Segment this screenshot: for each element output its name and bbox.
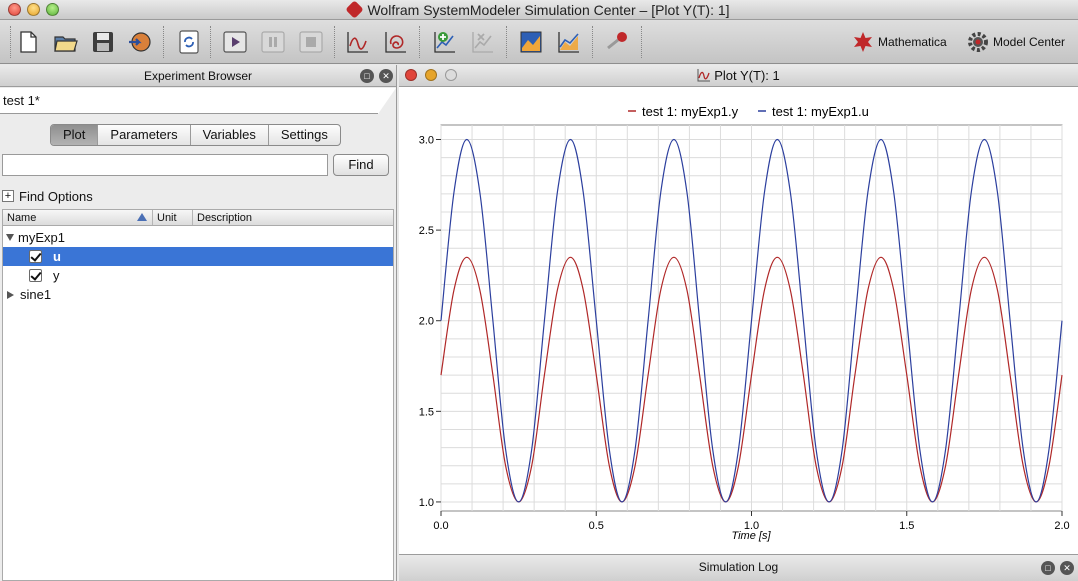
plot-window: Plot Y(T): 1 test 1: myExp1.y test 1: my…	[399, 65, 1078, 581]
model-center-label: Model Center	[993, 35, 1066, 49]
wolfram-logo-icon	[345, 0, 365, 19]
tab-plot[interactable]: Plot	[51, 125, 99, 145]
y-tick-label: 1.5	[419, 406, 434, 418]
model-center-button[interactable]: Model Center	[966, 30, 1065, 54]
document-tab-label: test 1*	[3, 93, 40, 108]
import-icon[interactable]	[126, 28, 154, 56]
open-folder-icon[interactable]	[52, 28, 80, 56]
x-axis-label: Time [s]	[731, 530, 771, 542]
document-tab-row: test 1*	[0, 88, 396, 114]
variable-tree: Name Unit Description myExp1 u y sine1	[2, 209, 394, 581]
tab-settings[interactable]: Settings	[269, 125, 340, 145]
disclosure-triangle-expanded-icon[interactable]	[6, 234, 14, 241]
new-plot-icon[interactable]	[344, 28, 372, 56]
tree-row-label: u	[53, 249, 61, 264]
browser-tabs: Plot Parameters Variables Settings	[50, 124, 341, 146]
simulation-log-header: Simulation Log □ ✕	[399, 554, 1078, 581]
undock-icon[interactable]: □	[360, 69, 374, 83]
x-tick-label: 0.5	[589, 520, 604, 532]
experiment-browser-title: Experiment Browser	[143, 69, 253, 83]
disclosure-triangle-collapsed-icon[interactable]	[7, 290, 14, 299]
experiment-browser-panel: Experiment Browser □ ✕ test 1* Plot Para…	[0, 65, 397, 581]
tab-parameters[interactable]: Parameters	[98, 125, 191, 145]
tree-row-label: myExp1	[18, 230, 65, 245]
legend-label-u: test 1: myExp1.u	[772, 104, 869, 119]
column-header-unit[interactable]: Unit	[153, 210, 193, 225]
plot-minimize-button[interactable]	[425, 69, 437, 81]
y-tick-label: 1.0	[419, 497, 434, 509]
y-tick-label: 2.5	[419, 225, 434, 237]
find-options-toggle[interactable]: + Find Options	[2, 188, 93, 204]
plot-legend: test 1: myExp1.y test 1: myExp1.u	[628, 104, 869, 119]
save-icon[interactable]	[89, 28, 117, 56]
toolbar-separator	[592, 26, 594, 58]
y-tick-label: 2.0	[419, 316, 434, 328]
stop-icon[interactable]	[297, 28, 325, 56]
remove-plot-variable-icon[interactable]	[469, 28, 497, 56]
add-plot-variable-icon[interactable]	[431, 28, 459, 56]
run-simulation-icon[interactable]	[221, 28, 249, 56]
find-options-label: Find Options	[19, 188, 93, 204]
parametric-plot-icon[interactable]	[382, 28, 410, 56]
tree-row-label: sine1	[20, 287, 52, 302]
column-header-name[interactable]: Name	[3, 210, 153, 225]
plot-to-image-icon[interactable]	[517, 28, 545, 56]
mathematica-icon	[854, 32, 872, 52]
tree-row-sine1[interactable]: sine1	[3, 285, 393, 304]
toolbar-separator	[506, 26, 508, 58]
column-header-description[interactable]: Description	[193, 210, 393, 225]
x-tick-label: 0.0	[433, 520, 448, 532]
close-panel-icon[interactable]: ✕	[379, 69, 393, 83]
tree-row-label: y	[53, 268, 60, 283]
toolbar-separator	[334, 26, 336, 58]
checkbox-y[interactable]	[29, 269, 42, 282]
model-center-gear-icon	[968, 32, 988, 52]
document-tab[interactable]: test 1*	[0, 88, 396, 114]
plot-canvas[interactable]: test 1: myExp1.y test 1: myExp1.u 0.0 0.5…	[399, 87, 1078, 554]
toolbar: Mathematica Model Center	[0, 20, 1078, 64]
tree-row-u[interactable]: u	[3, 247, 393, 266]
tab-variables[interactable]: Variables	[191, 125, 269, 145]
toolbar-grip	[10, 26, 12, 58]
plot-window-title: Plot Y(T): 1	[714, 68, 780, 83]
y-tick-label: 3.0	[419, 134, 434, 146]
pause-icon[interactable]	[259, 28, 287, 56]
animation-icon[interactable]	[604, 28, 632, 56]
toolbar-separator	[210, 26, 212, 58]
window-title-text: Wolfram SystemModeler Simulation Center …	[367, 2, 730, 18]
search-input[interactable]	[2, 154, 328, 176]
new-file-icon[interactable]	[14, 28, 42, 56]
experiment-browser-header: Experiment Browser □ ✕	[0, 65, 396, 87]
plot-window-icon	[697, 69, 711, 82]
toolbar-separator	[163, 26, 165, 58]
checkbox-u[interactable]	[29, 250, 42, 263]
find-button[interactable]: Find	[333, 154, 389, 176]
tree-header: Name Unit Description	[3, 210, 393, 226]
legend-label-y: test 1: myExp1.y	[642, 104, 739, 119]
simulation-log-undock-icon[interactable]: □	[1041, 561, 1055, 575]
x-tick-label: 1.5	[899, 520, 914, 532]
simulation-log-title: Simulation Log	[698, 560, 779, 574]
plot-close-button[interactable]	[405, 69, 417, 81]
expand-plus-icon[interactable]: +	[2, 190, 14, 202]
tree-row-myexp1[interactable]: myExp1	[3, 228, 393, 247]
sort-ascending-icon	[137, 213, 147, 221]
simulation-log-close-icon[interactable]: ✕	[1060, 561, 1074, 575]
plot-zoom-button[interactable]	[445, 69, 457, 81]
title-bar: Wolfram SystemModeler Simulation Center …	[0, 0, 1078, 20]
toolbar-separator	[641, 26, 643, 58]
mathematica-button[interactable]: Mathematica	[851, 30, 947, 54]
toolbar-separator	[419, 26, 421, 58]
tree-row-y[interactable]: y	[3, 266, 393, 285]
x-tick-label: 2.0	[1054, 520, 1069, 532]
plot-window-header: Plot Y(T): 1	[399, 65, 1078, 87]
plot-settings-icon[interactable]	[555, 28, 583, 56]
window-title: Wolfram SystemModeler Simulation Center …	[0, 0, 1078, 19]
mathematica-label: Mathematica	[878, 35, 947, 49]
reload-icon[interactable]	[175, 28, 203, 56]
